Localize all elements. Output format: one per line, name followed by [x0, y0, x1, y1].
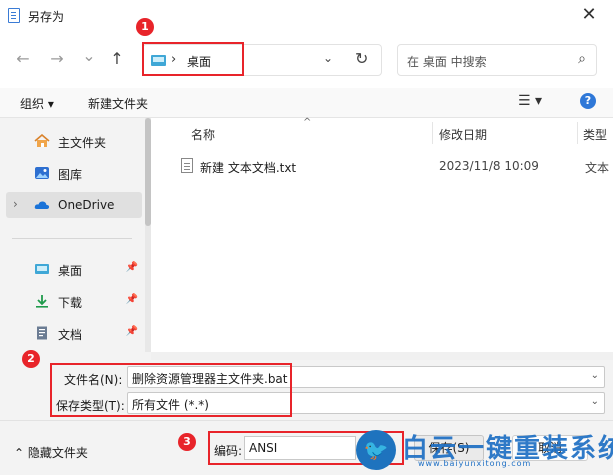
filename-input[interactable]: 删除资源管理器主文件夹.bat ⌄	[127, 366, 605, 388]
column-divider[interactable]	[432, 122, 433, 144]
text-file-icon	[181, 158, 193, 173]
filename-label: 文件名(N):	[64, 373, 123, 387]
column-header-type[interactable]: 类型	[583, 126, 607, 143]
filename-dropdown-icon[interactable]: ⌄	[591, 370, 599, 381]
horizontal-scrollbar[interactable]	[151, 352, 613, 360]
pin-icon[interactable]: 📌	[126, 262, 138, 273]
navigation-pane: 主文件夹 图库 › OneDrive 桌面 📌 下载 📌 文档 📌	[0, 118, 145, 352]
close-button[interactable]: ✕	[577, 4, 601, 25]
organize-button[interactable]: 组织 ▾	[20, 95, 54, 112]
view-options-button[interactable]: ☰ ▾	[518, 93, 542, 109]
annotation-badge-2: 2	[22, 350, 40, 368]
search-placeholder[interactable]: 在 桌面 中搜索	[407, 53, 487, 70]
help-icon[interactable]: ?	[580, 93, 596, 109]
desktop-folder-icon	[151, 55, 166, 66]
save-form: 文件名(N): 删除资源管理器主文件夹.bat ⌄ 保存类型(T): 所有文件 …	[0, 360, 613, 420]
document-icon	[37, 326, 47, 340]
filetype-select[interactable]: 所有文件 (*.*) ⌄	[127, 392, 605, 414]
title-bar: 另存为 ✕	[0, 0, 613, 32]
encoding-label: 编码:	[214, 444, 243, 458]
new-folder-button[interactable]: 新建文件夹	[88, 95, 148, 112]
encoding-value[interactable]: ANSI	[249, 441, 277, 455]
sort-ascending-icon: ^	[303, 117, 312, 128]
file-name: 新建 文本文档.txt	[200, 161, 297, 175]
search-icon[interactable]: ⌕	[578, 51, 586, 67]
notepad-icon	[8, 8, 20, 23]
address-dropdown-icon[interactable]: ⌄	[323, 51, 333, 65]
hide-folders-button[interactable]: ⌃ 隐藏文件夹	[14, 444, 88, 461]
sidebar-item-downloads[interactable]: 下载 📌	[6, 288, 142, 314]
filetype-dropdown-icon[interactable]: ⌄	[591, 396, 599, 407]
filename-value[interactable]: 删除资源管理器主文件夹.bat	[132, 370, 288, 387]
refresh-icon[interactable]: ↻	[355, 49, 368, 68]
annotation-badge-3: 3	[178, 433, 196, 451]
sidebar-item-desktop[interactable]: 桌面 📌	[6, 256, 142, 282]
gallery-icon	[35, 167, 49, 179]
sidebar-item-label: 主文件夹	[58, 136, 107, 150]
sidebar-item-label: 桌面	[58, 264, 83, 278]
column-header-modified[interactable]: 修改日期	[439, 126, 487, 143]
table-row[interactable]: 新建 文本文档.txt 2023/11/8 10:09 文本	[177, 156, 613, 178]
address-bar[interactable]: › 桌面 ⌄ ↻	[142, 44, 382, 76]
annotation-badge-1: 1	[136, 18, 154, 36]
filetype-label: 保存类型(T):	[56, 399, 125, 413]
bird-icon: 🐦	[356, 430, 396, 470]
command-bar: 组织 ▾ 新建文件夹 ☰ ▾ ?	[0, 88, 613, 118]
sidebar-item-home[interactable]: 主文件夹	[6, 128, 142, 154]
breadcrumb-location[interactable]: 桌面	[187, 53, 211, 70]
desktop-icon	[35, 264, 49, 274]
sidebar-item-label: OneDrive	[58, 198, 115, 212]
window-title: 另存为	[28, 10, 65, 24]
sidebar-item-onedrive[interactable]: › OneDrive	[6, 192, 142, 218]
back-button[interactable]: ←	[12, 49, 34, 68]
search-box[interactable]: 在 桌面 中搜索 ⌕	[397, 44, 597, 76]
watermark-url: www.baiyunxitong.com	[418, 459, 532, 468]
pin-icon[interactable]: 📌	[126, 326, 138, 337]
column-divider[interactable]	[577, 122, 578, 144]
sidebar-item-label: 下载	[58, 296, 83, 310]
sidebar-item-gallery[interactable]: 图库	[6, 160, 142, 186]
column-header-name[interactable]: 名称	[191, 126, 215, 143]
cloud-icon	[34, 201, 50, 209]
download-icon	[36, 295, 48, 308]
sidebar-item-documents[interactable]: 文档 📌	[6, 320, 142, 346]
forward-button[interactable]: →	[46, 49, 68, 68]
breadcrumb-separator: ›	[171, 52, 177, 67]
file-type: 文本	[585, 161, 610, 175]
navigation-bar: ← → ⌄ ↑ › 桌面 ⌄ ↻ 在 桌面 中搜索 ⌕	[0, 32, 613, 88]
file-list: ^ 名称 修改日期 类型 新建 文本文档.txt 2023/11/8 10:09…	[151, 117, 613, 352]
up-button[interactable]: ↑	[106, 49, 128, 68]
sidebar-item-label: 文档	[58, 328, 83, 342]
filetype-value[interactable]: 所有文件 (*.*)	[132, 396, 209, 413]
sidebar-divider	[12, 238, 132, 239]
sidebar-item-label: 图库	[58, 168, 83, 182]
home-icon	[34, 134, 50, 147]
pin-icon[interactable]: 📌	[126, 294, 138, 305]
expand-chevron-icon[interactable]: ›	[13, 197, 18, 211]
file-modified: 2023/11/8 10:09	[439, 159, 539, 173]
watermark-logo: 🐦 白云一键重装系统 www.baiyunxitong.com	[356, 428, 613, 472]
encoding-select[interactable]: ANSI	[244, 436, 356, 460]
recent-locations-button[interactable]: ⌄	[78, 46, 100, 65]
